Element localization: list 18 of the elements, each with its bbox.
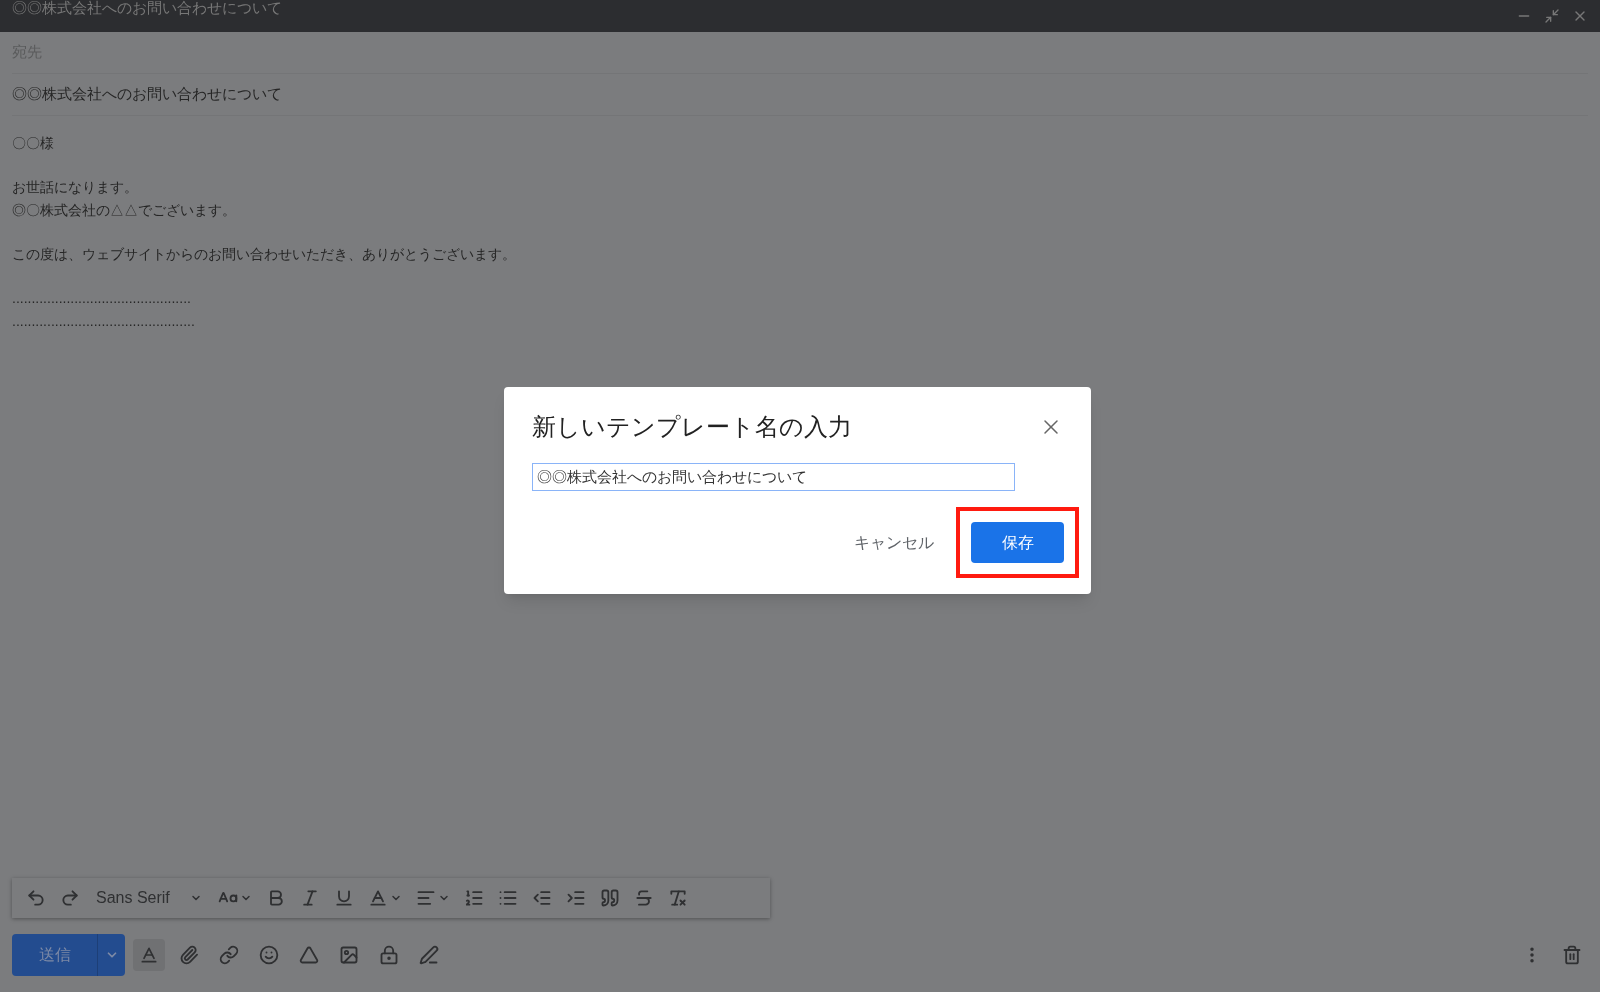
window-title: ◎◎株式会社へのお問い合わせについて: [12, 0, 283, 18]
save-button[interactable]: 保存: [971, 522, 1064, 563]
formatting-options-icon[interactable]: [139, 945, 159, 965]
send-button[interactable]: 送信: [12, 934, 97, 976]
message-body[interactable]: 〇〇様 お世話になります。 ◎〇株式会社の△△でございます。 この度は、ウェブサイトからのお問い合わせいただき、ありがとうございます。 .............................................. ...............................................: [12, 116, 1588, 333]
cancel-button[interactable]: キャンセル: [846, 522, 942, 563]
body-text: ..............................................: [12, 289, 192, 308]
send-options-button[interactable]: [97, 934, 125, 976]
dialog-title: 新しいテンプレート名の入力: [532, 412, 852, 442]
body-text: お世話になります。: [12, 178, 139, 197]
template-name-field[interactable]: ◎◎株式会社へのお問い合わせについて: [532, 463, 1015, 491]
body-text: この度は、ウェブサイトからのお問い合わせいただき、ありがとうございます。: [12, 245, 517, 264]
exit-fullscreen-icon[interactable]: [1544, 8, 1560, 24]
body-text: ...............................................: [12, 312, 196, 331]
body-text: ◎〇株式会社の△△でございます。: [12, 201, 237, 220]
font-dropdown[interactable]: Sans Serif: [88, 886, 210, 910]
subject-field[interactable]: ◎◎株式会社へのお問い合わせについて: [12, 83, 282, 106]
body-text: 〇〇様: [12, 134, 55, 153]
